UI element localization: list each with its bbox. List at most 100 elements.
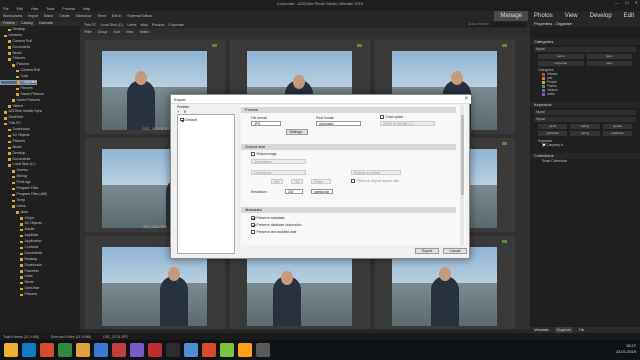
view-button[interactable]: View bbox=[126, 30, 134, 34]
size-unit-select[interactable]: Pixels bbox=[311, 179, 331, 184]
format-section-header[interactable]: Format bbox=[241, 107, 456, 113]
batch-button[interactable]: Batch bbox=[44, 14, 53, 18]
taskbar-app-icon[interactable] bbox=[148, 343, 162, 357]
taskbar-app-icon[interactable] bbox=[130, 343, 144, 357]
taskbar-app-icon[interactable] bbox=[112, 343, 126, 357]
color-space-checkbox[interactable] bbox=[380, 115, 384, 119]
preset-default[interactable]: Default bbox=[180, 117, 232, 122]
import-button[interactable]: Import bbox=[28, 14, 38, 18]
preserve-metadata-toggle[interactable]: Preserve metadata bbox=[251, 216, 284, 220]
folder-tree-item[interactable]: Pictures bbox=[0, 292, 80, 298]
resize-checkbox[interactable] bbox=[251, 152, 255, 156]
preset-checkbox[interactable] bbox=[180, 117, 184, 122]
external-editors-button[interactable]: External Editors bbox=[127, 14, 152, 18]
keyword-field-2[interactable]: Nyzal bbox=[534, 117, 636, 122]
sort-button[interactable]: Sort bbox=[114, 30, 120, 34]
category-chip[interactable]: party bbox=[586, 61, 632, 66]
taskbar-app-icon[interactable] bbox=[238, 343, 252, 357]
preserve-aspect-toggle[interactable]: Preserve original aspect ratio bbox=[351, 179, 399, 183]
settings-scrollbar[interactable] bbox=[460, 105, 464, 245]
taskbar-app-icon[interactable] bbox=[202, 343, 216, 357]
taskbar-app-icon[interactable] bbox=[256, 343, 270, 357]
settings-button[interactable]: Settings... bbox=[286, 129, 308, 135]
mode-photos[interactable]: Photos bbox=[528, 11, 559, 21]
category-item[interactable]: water bbox=[530, 92, 640, 96]
categories-header[interactable]: Categories bbox=[530, 39, 640, 45]
keyword-checkbox[interactable] bbox=[542, 143, 546, 147]
filter-button[interactable]: Filter bbox=[84, 30, 92, 34]
breadcrumb-item[interactable]: This PC bbox=[84, 23, 96, 27]
keyword-chip[interactable]: yacht bbox=[538, 124, 568, 129]
keyword-chip[interactable]: racing bbox=[570, 131, 600, 136]
category-field[interactable]: Nyzal bbox=[534, 47, 636, 52]
menu-edit[interactable]: Edit bbox=[17, 7, 23, 11]
height-input[interactable]: 200 bbox=[291, 179, 303, 184]
breadcrumb-item[interactable]: Pictures bbox=[152, 23, 165, 27]
category-chip[interactable]: corporate bbox=[538, 61, 584, 66]
pixel-format-select[interactable]: Automatic bbox=[316, 121, 361, 126]
keyword-chip[interactable]: sailing bbox=[570, 124, 600, 129]
mode-manage[interactable]: Manage bbox=[494, 11, 529, 21]
workspaces-button[interactable]: Workspaces bbox=[3, 14, 22, 18]
metadata-section-header[interactable]: Metadata bbox=[241, 207, 456, 213]
resize-toggle[interactable]: Resize image bbox=[251, 152, 276, 156]
keyword-field[interactable]: Nyzal bbox=[534, 110, 636, 115]
export-button[interactable]: Export bbox=[415, 248, 439, 254]
breadcrumb-item[interactable]: Corporate bbox=[168, 23, 184, 27]
dimensions-select[interactable]: Dimensions bbox=[251, 170, 306, 175]
width-input[interactable]: 300 bbox=[271, 179, 283, 184]
smart-collections-item[interactable]: Smart Collections bbox=[530, 159, 640, 163]
folder-tree-item[interactable]: Corporate bbox=[0, 80, 38, 86]
resolution-input[interactable]: 240 bbox=[285, 189, 303, 194]
resolution-unit-select[interactable]: pixels/inch bbox=[311, 189, 333, 194]
send-button[interactable]: Send bbox=[98, 14, 106, 18]
preserve-modified-checkbox[interactable] bbox=[251, 230, 255, 234]
keyword-company-a[interactable]: Company A bbox=[530, 143, 640, 147]
color-space-toggle[interactable]: Color space bbox=[380, 115, 403, 119]
edit-in-button[interactable]: Edit in bbox=[112, 14, 122, 18]
start-icon[interactable] bbox=[4, 343, 18, 357]
cancel-button[interactable]: Cancel bbox=[443, 248, 467, 254]
file-format-select[interactable]: JPG bbox=[251, 121, 281, 126]
menu-view[interactable]: View bbox=[31, 7, 39, 11]
preserve-db-toggle[interactable]: Preserve database information bbox=[251, 223, 301, 227]
taskbar-app-icon[interactable] bbox=[184, 343, 198, 357]
preserve-modified-toggle[interactable]: Preserve last modified date bbox=[251, 230, 296, 234]
taskbar-app-icon[interactable] bbox=[22, 343, 36, 357]
keywords-header[interactable]: Keywords bbox=[530, 102, 640, 108]
category-chip[interactable]: team bbox=[586, 54, 632, 59]
maximize-icon[interactable]: ☐ bbox=[625, 0, 629, 5]
color-space-select[interactable]: sRGB IEC61966-2.1 bbox=[380, 121, 435, 126]
taskbar-app-icon[interactable] bbox=[220, 343, 234, 357]
taskbar-app-icon[interactable] bbox=[166, 343, 180, 357]
scrollbar-thumb[interactable] bbox=[460, 115, 464, 195]
menu-tools[interactable]: Tools bbox=[46, 7, 54, 11]
menu-help[interactable]: Help bbox=[83, 7, 90, 11]
group-button[interactable]: Group bbox=[98, 30, 108, 34]
close-icon[interactable]: ✕ bbox=[635, 0, 638, 5]
mode-view[interactable]: View bbox=[559, 11, 584, 21]
tab-folders[interactable]: Folders bbox=[0, 21, 18, 26]
category-chip[interactable]: event bbox=[538, 54, 584, 59]
close-icon[interactable]: × bbox=[464, 96, 468, 102]
mode-edit[interactable]: Edit bbox=[618, 11, 640, 21]
keyword-chip[interactable]: celebrate bbox=[602, 131, 632, 136]
menu-file[interactable]: File bbox=[3, 7, 9, 11]
breadcrumb-item[interactable]: Users bbox=[127, 23, 136, 27]
enlarge-select[interactable]: Enlarge or reduce bbox=[351, 170, 401, 175]
output-size-section-header[interactable]: Output size bbox=[241, 144, 456, 150]
breadcrumb-item[interactable]: alisa bbox=[141, 23, 148, 27]
minimize-icon[interactable]: — bbox=[615, 0, 619, 5]
taskbar-app-icon[interactable] bbox=[58, 343, 72, 357]
taskbar-app-icon[interactable] bbox=[40, 343, 54, 357]
tab-calendar[interactable]: Calendar bbox=[36, 21, 56, 26]
taskbar-app-icon[interactable] bbox=[76, 343, 90, 357]
breadcrumb-item[interactable]: Local Disk (C:) bbox=[100, 23, 123, 27]
mode-develop[interactable]: Develop bbox=[584, 11, 618, 21]
slideshow-button[interactable]: Slideshow bbox=[76, 14, 92, 18]
taskbar-app-icon[interactable] bbox=[94, 343, 108, 357]
select-button[interactable]: Select bbox=[139, 30, 149, 34]
keyword-chip[interactable]: people bbox=[602, 124, 632, 129]
tab-catalog[interactable]: Catalog bbox=[18, 21, 36, 26]
quick-search-input[interactable]: Quick Search bbox=[466, 22, 526, 27]
